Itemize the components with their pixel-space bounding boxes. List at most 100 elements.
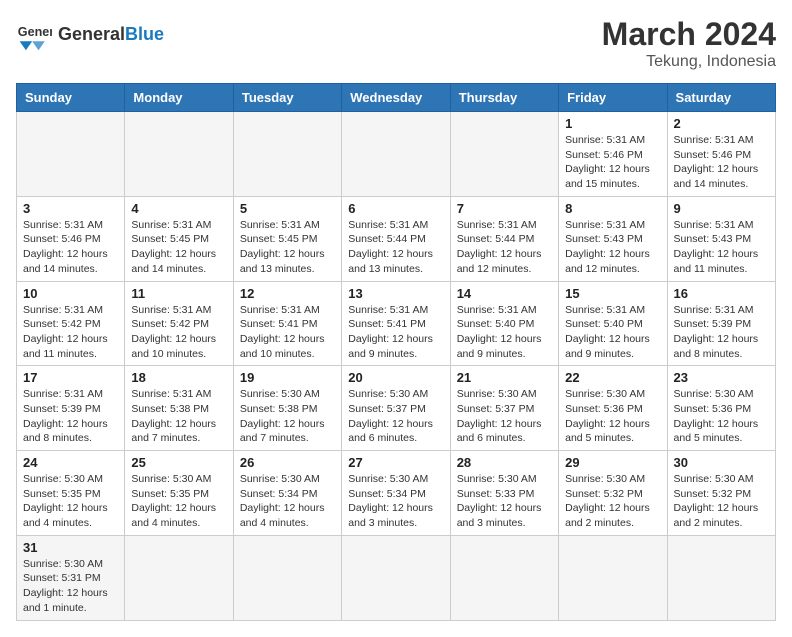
calendar-cell: 12Sunrise: 5:31 AMSunset: 5:41 PMDayligh… xyxy=(233,281,341,366)
calendar-cell xyxy=(450,535,558,620)
calendar-cell: 25Sunrise: 5:30 AMSunset: 5:35 PMDayligh… xyxy=(125,451,233,536)
day-number: 29 xyxy=(565,455,660,470)
day-number: 17 xyxy=(23,370,118,385)
day-info: Sunrise: 5:31 AMSunset: 5:41 PMDaylight:… xyxy=(240,303,335,362)
calendar-cell: 20Sunrise: 5:30 AMSunset: 5:37 PMDayligh… xyxy=(342,366,450,451)
calendar-cell: 15Sunrise: 5:31 AMSunset: 5:40 PMDayligh… xyxy=(559,281,667,366)
day-info: Sunrise: 5:30 AMSunset: 5:36 PMDaylight:… xyxy=(565,387,660,446)
calendar-cell: 27 Sunrise: 5:30 AMSunset: 5:34 PMDayligh… xyxy=(342,451,450,536)
day-number: 24 xyxy=(23,455,118,470)
day-number: 14 xyxy=(457,286,552,301)
calendar-week-1: 1 Sunrise: 5:31 AMSunset: 5:46 PMDaylight… xyxy=(17,112,776,197)
calendar-cell xyxy=(233,112,341,197)
calendar-cell: 9 Sunrise: 5:31 AMSunset: 5:43 PMDaylight… xyxy=(667,196,775,281)
calendar-header-row: Sunday Monday Tuesday Wednesday Thursday… xyxy=(17,84,776,112)
calendar-cell: 26 Sunrise: 5:30 AMSunset: 5:34 PMDayligh… xyxy=(233,451,341,536)
day-info: Sunrise: 5:30 AMSunset: 5:37 PMDaylight:… xyxy=(348,387,443,446)
day-info: Sunrise: 5:31 AMSunset: 5:43 PMDaylight:… xyxy=(674,218,769,277)
calendar-cell: 4Sunrise: 5:31 AMSunset: 5:45 PMDaylight… xyxy=(125,196,233,281)
calendar-cell: 23Sunrise: 5:30 AMSunset: 5:36 PMDayligh… xyxy=(667,366,775,451)
calendar-cell xyxy=(667,535,775,620)
day-info: Sunrise: 5:31 AMSunset: 5:38 PMDaylight:… xyxy=(131,387,226,446)
day-number: 30 xyxy=(674,455,769,470)
day-number: 2 xyxy=(674,116,769,131)
day-info: Sunrise: 5:31 AMSunset: 5:40 PMDaylight:… xyxy=(565,303,660,362)
day-info: Sunrise: 5:31 AMSunset: 5:40 PMDaylight:… xyxy=(457,303,552,362)
calendar-cell: 10 Sunrise: 5:31 AMSunset: 5:42 PMDayligh… xyxy=(17,281,125,366)
day-info: Sunrise: 5:31 AMSunset: 5:46 PMDaylight:… xyxy=(565,133,660,192)
day-info: Sunrise: 5:31 AMSunset: 5:45 PMDaylight:… xyxy=(240,218,335,277)
calendar-cell: 22Sunrise: 5:30 AMSunset: 5:36 PMDayligh… xyxy=(559,366,667,451)
day-info: Sunrise: 5:31 AMSunset: 5:39 PMDaylight:… xyxy=(23,387,118,446)
day-info: Sunrise: 5:31 AMSunset: 5:42 PMDaylight:… xyxy=(131,303,226,362)
col-saturday: Saturday xyxy=(667,84,775,112)
calendar-cell: 28 Sunrise: 5:30 AMSunset: 5:33 PMDayligh… xyxy=(450,451,558,536)
day-number: 26 xyxy=(240,455,335,470)
svg-text:General: General xyxy=(18,25,52,39)
day-info: Sunrise: 5:31 AMSunset: 5:44 PMDaylight:… xyxy=(348,218,443,277)
calendar-cell: 16Sunrise: 5:31 AMSunset: 5:39 PMDayligh… xyxy=(667,281,775,366)
col-friday: Friday xyxy=(559,84,667,112)
calendar-cell: 24 Sunrise: 5:30 AMSunset: 5:35 PMDayligh… xyxy=(17,451,125,536)
calendar-cell: 13 Sunrise: 5:31 AMSunset: 5:41 PMDayligh… xyxy=(342,281,450,366)
day-number: 4 xyxy=(131,201,226,216)
day-info: Sunrise: 5:31 AMSunset: 5:44 PMDaylight:… xyxy=(457,218,552,277)
day-info: Sunrise: 5:31 AMSunset: 5:42 PMDaylight:… xyxy=(23,303,118,362)
day-number: 9 xyxy=(674,201,769,216)
header: General GeneralBlue March 2024 Tekung, I… xyxy=(16,16,776,71)
calendar-cell xyxy=(450,112,558,197)
day-number: 27 xyxy=(348,455,443,470)
col-tuesday: Tuesday xyxy=(233,84,341,112)
day-number: 13 xyxy=(348,286,443,301)
day-number: 16 xyxy=(674,286,769,301)
calendar-cell: 14 Sunrise: 5:31 AMSunset: 5:40 PMDayligh… xyxy=(450,281,558,366)
calendar-week-2: 3 Sunrise: 5:31 AMSunset: 5:46 PMDaylight… xyxy=(17,196,776,281)
day-info: Sunrise: 5:30 AMSunset: 5:35 PMDaylight:… xyxy=(23,472,118,531)
day-number: 1 xyxy=(565,116,660,131)
calendar-week-4: 17 Sunrise: 5:31 AMSunset: 5:39 PMDayligh… xyxy=(17,366,776,451)
logo-icon: General xyxy=(16,16,52,52)
day-number: 28 xyxy=(457,455,552,470)
calendar-cell xyxy=(233,535,341,620)
day-info: Sunrise: 5:31 AMSunset: 5:46 PMDaylight:… xyxy=(674,133,769,192)
day-info: Sunrise: 5:30 AMSunset: 5:34 PMDaylight:… xyxy=(348,472,443,531)
calendar-cell: 19Sunrise: 5:30 AMSunset: 5:38 PMDayligh… xyxy=(233,366,341,451)
calendar-cell xyxy=(125,112,233,197)
day-info: Sunrise: 5:30 AMSunset: 5:37 PMDaylight:… xyxy=(457,387,552,446)
day-info: Sunrise: 5:31 AMSunset: 5:46 PMDaylight:… xyxy=(23,218,118,277)
day-number: 6 xyxy=(348,201,443,216)
calendar-cell: 29 Sunrise: 5:30 AMSunset: 5:32 PMDayligh… xyxy=(559,451,667,536)
day-number: 18 xyxy=(131,370,226,385)
calendar-cell xyxy=(559,535,667,620)
calendar-week-3: 10 Sunrise: 5:31 AMSunset: 5:42 PMDayligh… xyxy=(17,281,776,366)
logo-text: GeneralBlue xyxy=(58,24,164,45)
calendar-table: Sunday Monday Tuesday Wednesday Thursday… xyxy=(16,83,776,621)
day-info: Sunrise: 5:31 AMSunset: 5:43 PMDaylight:… xyxy=(565,218,660,277)
calendar-cell: 2 Sunrise: 5:31 AMSunset: 5:46 PMDaylight… xyxy=(667,112,775,197)
calendar-cell: 18 Sunrise: 5:31 AMSunset: 5:38 PMDayligh… xyxy=(125,366,233,451)
page-container: General GeneralBlue March 2024 Tekung, I… xyxy=(16,16,776,621)
day-info: Sunrise: 5:30 AMSunset: 5:33 PMDaylight:… xyxy=(457,472,552,531)
day-number: 8 xyxy=(565,201,660,216)
day-number: 5 xyxy=(240,201,335,216)
calendar-cell: 8 Sunrise: 5:31 AMSunset: 5:43 PMDaylight… xyxy=(559,196,667,281)
calendar-cell: 6 Sunrise: 5:31 AMSunset: 5:44 PMDaylight… xyxy=(342,196,450,281)
calendar-cell: 3 Sunrise: 5:31 AMSunset: 5:46 PMDaylight… xyxy=(17,196,125,281)
calendar-cell xyxy=(125,535,233,620)
calendar-cell: 1 Sunrise: 5:31 AMSunset: 5:46 PMDaylight… xyxy=(559,112,667,197)
day-number: 21 xyxy=(457,370,552,385)
day-info: Sunrise: 5:31 AMSunset: 5:41 PMDaylight:… xyxy=(348,303,443,362)
calendar-cell: 31Sunrise: 5:30 AMSunset: 5:31 PMDayligh… xyxy=(17,535,125,620)
day-number: 3 xyxy=(23,201,118,216)
day-info: Sunrise: 5:30 AMSunset: 5:36 PMDaylight:… xyxy=(674,387,769,446)
calendar-cell: 17 Sunrise: 5:31 AMSunset: 5:39 PMDayligh… xyxy=(17,366,125,451)
col-sunday: Sunday xyxy=(17,84,125,112)
title-area: March 2024 Tekung, Indonesia xyxy=(602,16,776,71)
calendar-cell: 5 Sunrise: 5:31 AMSunset: 5:45 PMDaylight… xyxy=(233,196,341,281)
day-info: Sunrise: 5:30 AMSunset: 5:34 PMDaylight:… xyxy=(240,472,335,531)
day-info: Sunrise: 5:30 AMSunset: 5:32 PMDaylight:… xyxy=(565,472,660,531)
day-info: Sunrise: 5:30 AMSunset: 5:38 PMDaylight:… xyxy=(240,387,335,446)
day-number: 10 xyxy=(23,286,118,301)
col-monday: Monday xyxy=(125,84,233,112)
calendar-cell xyxy=(342,535,450,620)
